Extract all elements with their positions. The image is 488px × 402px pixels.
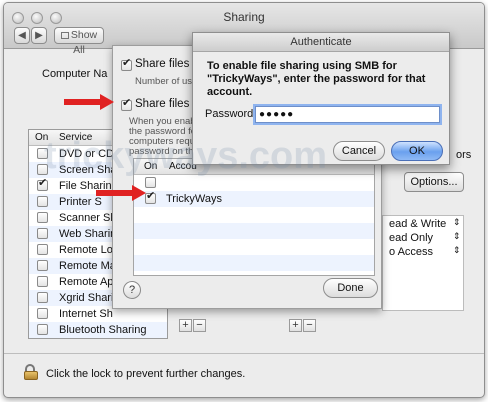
password-label: Password: [205, 108, 257, 120]
forward-button[interactable]: ▶ [31, 27, 47, 44]
done-button[interactable]: Done [323, 278, 378, 298]
table-row [134, 239, 374, 255]
service-checkbox[interactable] [37, 228, 48, 239]
options-button[interactable]: Options... [404, 172, 464, 192]
remove-user-button[interactable]: − [193, 319, 206, 332]
service-name: Remote Ap [59, 276, 114, 288]
service-checkbox[interactable] [37, 244, 48, 255]
service-checkbox[interactable] [37, 276, 48, 287]
share-afp-checkbox[interactable]: ✔ [121, 57, 132, 71]
service-name: Scanner Sh [59, 212, 117, 224]
back-button[interactable]: ◀ [14, 27, 30, 44]
service-checkbox[interactable] [37, 308, 48, 319]
table-row [134, 255, 374, 271]
cancel-button[interactable]: Cancel [333, 141, 385, 161]
service-checkbox[interactable] [37, 324, 48, 335]
table-row [134, 223, 374, 239]
authenticate-title: Authenticate [193, 33, 449, 52]
permissions-list[interactable]: ead & Write ead Only o Access ⇕ ⇕ ⇕ [382, 215, 464, 311]
service-name: Bluetooth Sharing [59, 324, 147, 336]
red-arrow-icon [96, 185, 146, 201]
add-user-button[interactable]: + [179, 319, 192, 332]
service-checkbox[interactable] [37, 212, 48, 223]
stepper-icon[interactable]: ⇕ [453, 217, 461, 228]
account-checkbox[interactable] [145, 177, 156, 188]
sharing-window: Sharing ◀ ▶ Show All Computer Na On Serv… [3, 2, 485, 398]
window-title: Sharing [223, 10, 265, 24]
show-all-button[interactable]: Show All [54, 27, 104, 56]
service-name: Xgrid Shari [59, 292, 114, 304]
permission-read-write: ead & Write [389, 218, 447, 230]
service-checkbox[interactable] [37, 196, 48, 207]
permission-read-only: ead Only [389, 232, 434, 244]
red-arrow-icon [64, 94, 114, 110]
right-fragment-text: ors [456, 149, 472, 161]
service-name: Internet Sh [59, 308, 113, 320]
remove-permission-button[interactable]: − [303, 319, 316, 332]
sheet-help-button[interactable]: ? [123, 281, 141, 299]
permission-no-access: o Access [389, 246, 434, 258]
account-checkbox[interactable]: ✔ [145, 190, 156, 204]
table-row[interactable]: ✔ TrickyWays [134, 190, 374, 207]
show-all-label: Show All [70, 29, 98, 56]
footer-divider [4, 353, 484, 354]
service-checkbox[interactable]: ✔ [37, 177, 48, 191]
add-permission-button[interactable]: + [289, 319, 302, 332]
account-name: TrickyWays [166, 193, 223, 205]
watermark: trickyways.com [44, 135, 328, 177]
service-row[interactable]: Bluetooth Sharing [29, 322, 167, 338]
grid-icon [60, 32, 69, 39]
service-name: Remote Lo [59, 244, 113, 256]
password-field[interactable]: ●●●●● [255, 106, 440, 123]
service-checkbox[interactable] [37, 260, 48, 271]
stepper-icon[interactable]: ⇕ [453, 245, 461, 256]
service-name: Remote Ma [59, 260, 116, 272]
afp-info-text: Number of use [135, 76, 198, 87]
stepper-icon[interactable]: ⇕ [453, 231, 461, 242]
lock-icon[interactable] [24, 364, 38, 380]
authenticate-message: To enable file sharing using SMB for "Tr… [207, 60, 426, 98]
service-checkbox[interactable] [37, 292, 48, 303]
share-smb-checkbox[interactable]: ✔ [121, 97, 132, 111]
table-row [134, 207, 374, 223]
ok-button[interactable]: OK [391, 141, 443, 161]
lock-text: Click the lock to prevent further change… [46, 368, 246, 380]
computer-name-label: Computer Na [42, 68, 108, 80]
